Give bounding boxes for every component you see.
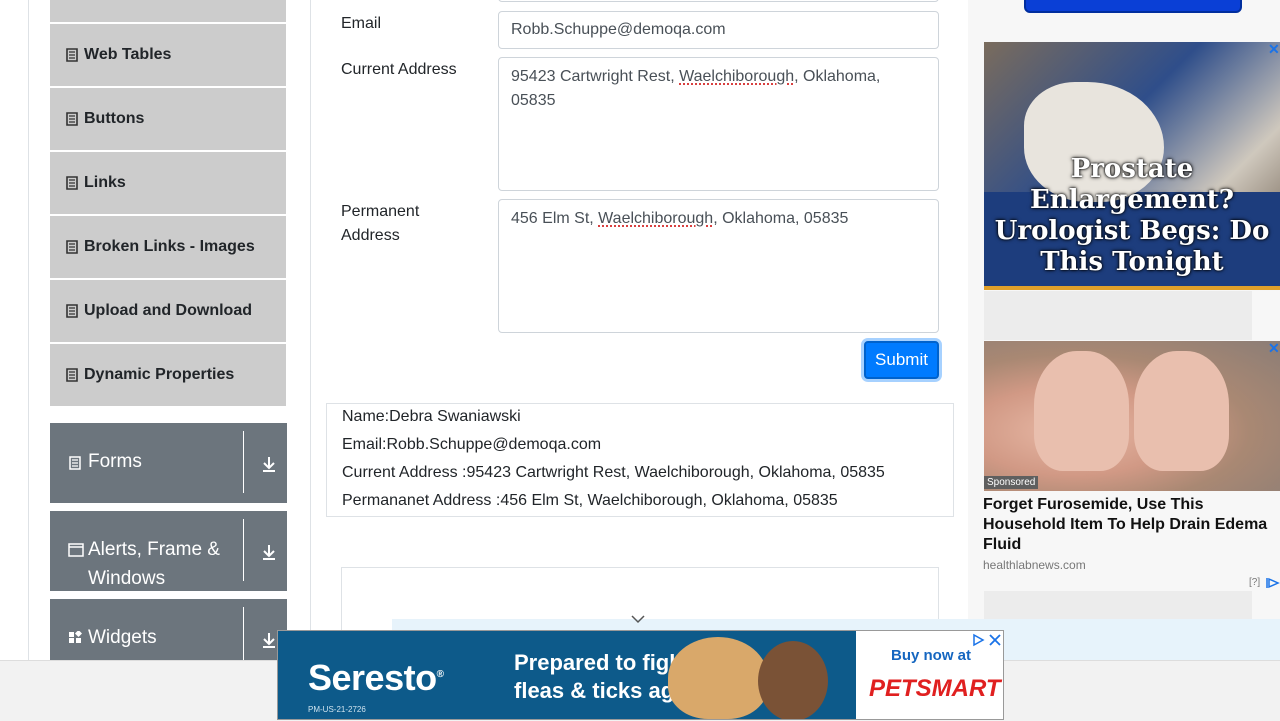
current-address-text: 95423 Cartwright Rest, Waelchiborough, O… — [511, 68, 880, 109]
ad-title[interactable]: Forget Furosemide, Use This Household It… — [983, 495, 1279, 555]
ad-accent-bar — [984, 286, 1280, 290]
sidebar-left-border — [28, 0, 29, 660]
group-header-alerts-frame-windows[interactable]: Alerts, Frame & Windows — [50, 511, 287, 591]
ad-source[interactable]: healthlabnews.com — [983, 558, 1086, 572]
sidebar-item-label: Upload and Download — [84, 302, 252, 320]
ad-feet-image[interactable] — [984, 341, 1280, 491]
group-header-forms[interactable]: Forms — [50, 423, 287, 503]
group-divider — [243, 519, 244, 581]
email-field-value: Robb.Schuppe@demoqa.com — [511, 21, 726, 38]
file-icon — [66, 176, 78, 190]
sidebar-item-web-tables[interactable]: Web Tables — [50, 24, 286, 86]
download-arrow-icon[interactable] — [260, 455, 278, 473]
group-label: Forms — [88, 447, 142, 476]
form-icon — [68, 456, 82, 470]
permanent-address-text: 456 Elm St, Waelchiborough, Oklahoma, 05… — [511, 210, 848, 227]
group-header-widgets[interactable]: Widgets — [50, 599, 287, 660]
download-arrow-icon[interactable] — [260, 631, 278, 649]
current-address-textarea[interactable]: 95423 Cartwright Rest, Waelchiborough, O… — [498, 57, 939, 191]
banner-buy-text: Buy now at — [891, 647, 971, 664]
group-divider — [243, 431, 244, 493]
foot-right — [1134, 351, 1229, 471]
sponsored-badge: Sponsored — [984, 476, 1038, 489]
download-arrow-icon[interactable] — [260, 543, 278, 561]
sidebar-item-previous[interactable] — [50, 0, 286, 22]
banner-fine-print: PM-US-21-2726 — [308, 705, 366, 714]
banner-person-image — [758, 641, 828, 720]
banner-close-icon[interactable] — [972, 633, 1002, 647]
banner-dog-image — [668, 637, 768, 719]
adchoices-icon[interactable] — [1266, 577, 1280, 589]
submit-button[interactable]: Submit — [864, 341, 939, 379]
permanent-address-textarea[interactable]: 456 Elm St, Waelchiborough, Oklahoma, 05… — [498, 199, 939, 333]
ad-close-icon[interactable]: ✕ — [1268, 341, 1280, 355]
seresto-banner-ad[interactable]: Seresto® PM-US-21-2726 Prepared to fight… — [277, 630, 1004, 720]
sidebar-item-links[interactable]: Links — [50, 152, 286, 214]
output-name: Name:Debra Swaniawski — [342, 408, 521, 426]
group-label-line2: Windows — [88, 564, 165, 593]
chevron-down-icon[interactable] — [630, 612, 646, 626]
sidebar-item-label: Links — [84, 174, 126, 192]
ad-pattern-block — [984, 291, 1252, 340]
file-icon — [66, 368, 78, 382]
banner-store-logo: PETSMART — [869, 675, 1001, 703]
output-box: Name:Debra Swaniawski Email:Robb.Schuppe… — [326, 403, 954, 517]
sidebar-item-broken-links[interactable]: Broken Links - Images — [50, 216, 286, 278]
output-current-address: Current Address :95423 Cartwright Rest, … — [342, 464, 885, 482]
ad-headline: Prostate Enlargement? Urologist Begs: Do… — [984, 154, 1280, 278]
output-email: Email:Robb.Schuppe@demoqa.com — [342, 436, 601, 454]
sidebar-item-label: Broken Links - Images — [84, 238, 255, 256]
email-field[interactable]: Robb.Schuppe@demoqa.com — [498, 11, 939, 49]
sidebar-item-upload-download[interactable]: Upload and Download — [50, 280, 286, 342]
sidebar-right-border — [310, 0, 311, 660]
current-address-label: Current Address — [341, 58, 457, 82]
sidebar-item-label: Buttons — [84, 110, 144, 128]
ad-info[interactable]: [?] — [1249, 577, 1260, 588]
window-icon — [68, 543, 84, 557]
file-icon — [66, 48, 78, 62]
email-label: Email — [341, 12, 381, 36]
foot-left — [1034, 351, 1129, 471]
output-permanent-address: Permananet Address :456 Elm St, Waelchib… — [342, 492, 838, 510]
group-label: Widgets — [88, 623, 157, 652]
file-icon — [66, 304, 78, 318]
widgets-icon — [68, 631, 82, 645]
ad-top-button[interactable] — [1024, 0, 1242, 13]
sidebar-item-dynamic-properties[interactable]: Dynamic Properties — [50, 344, 286, 406]
ad-prostate[interactable]: Prostate Enlargement? Urologist Begs: Do… — [984, 42, 1280, 290]
file-icon — [66, 112, 78, 126]
name-field-edge[interactable] — [498, 0, 939, 2]
sidebar-item-label: Web Tables — [84, 46, 171, 64]
permanent-address-label: Permanent Address — [341, 200, 419, 248]
file-icon — [66, 240, 78, 254]
sidebar-item-buttons[interactable]: Buttons — [50, 88, 286, 150]
ad-close-icon[interactable]: ✕ — [1268, 42, 1280, 56]
banner-brand: Seresto® — [308, 657, 443, 699]
group-label: Alerts, Frame & — [88, 535, 220, 564]
sidebar-item-label: Dynamic Properties — [84, 366, 234, 384]
